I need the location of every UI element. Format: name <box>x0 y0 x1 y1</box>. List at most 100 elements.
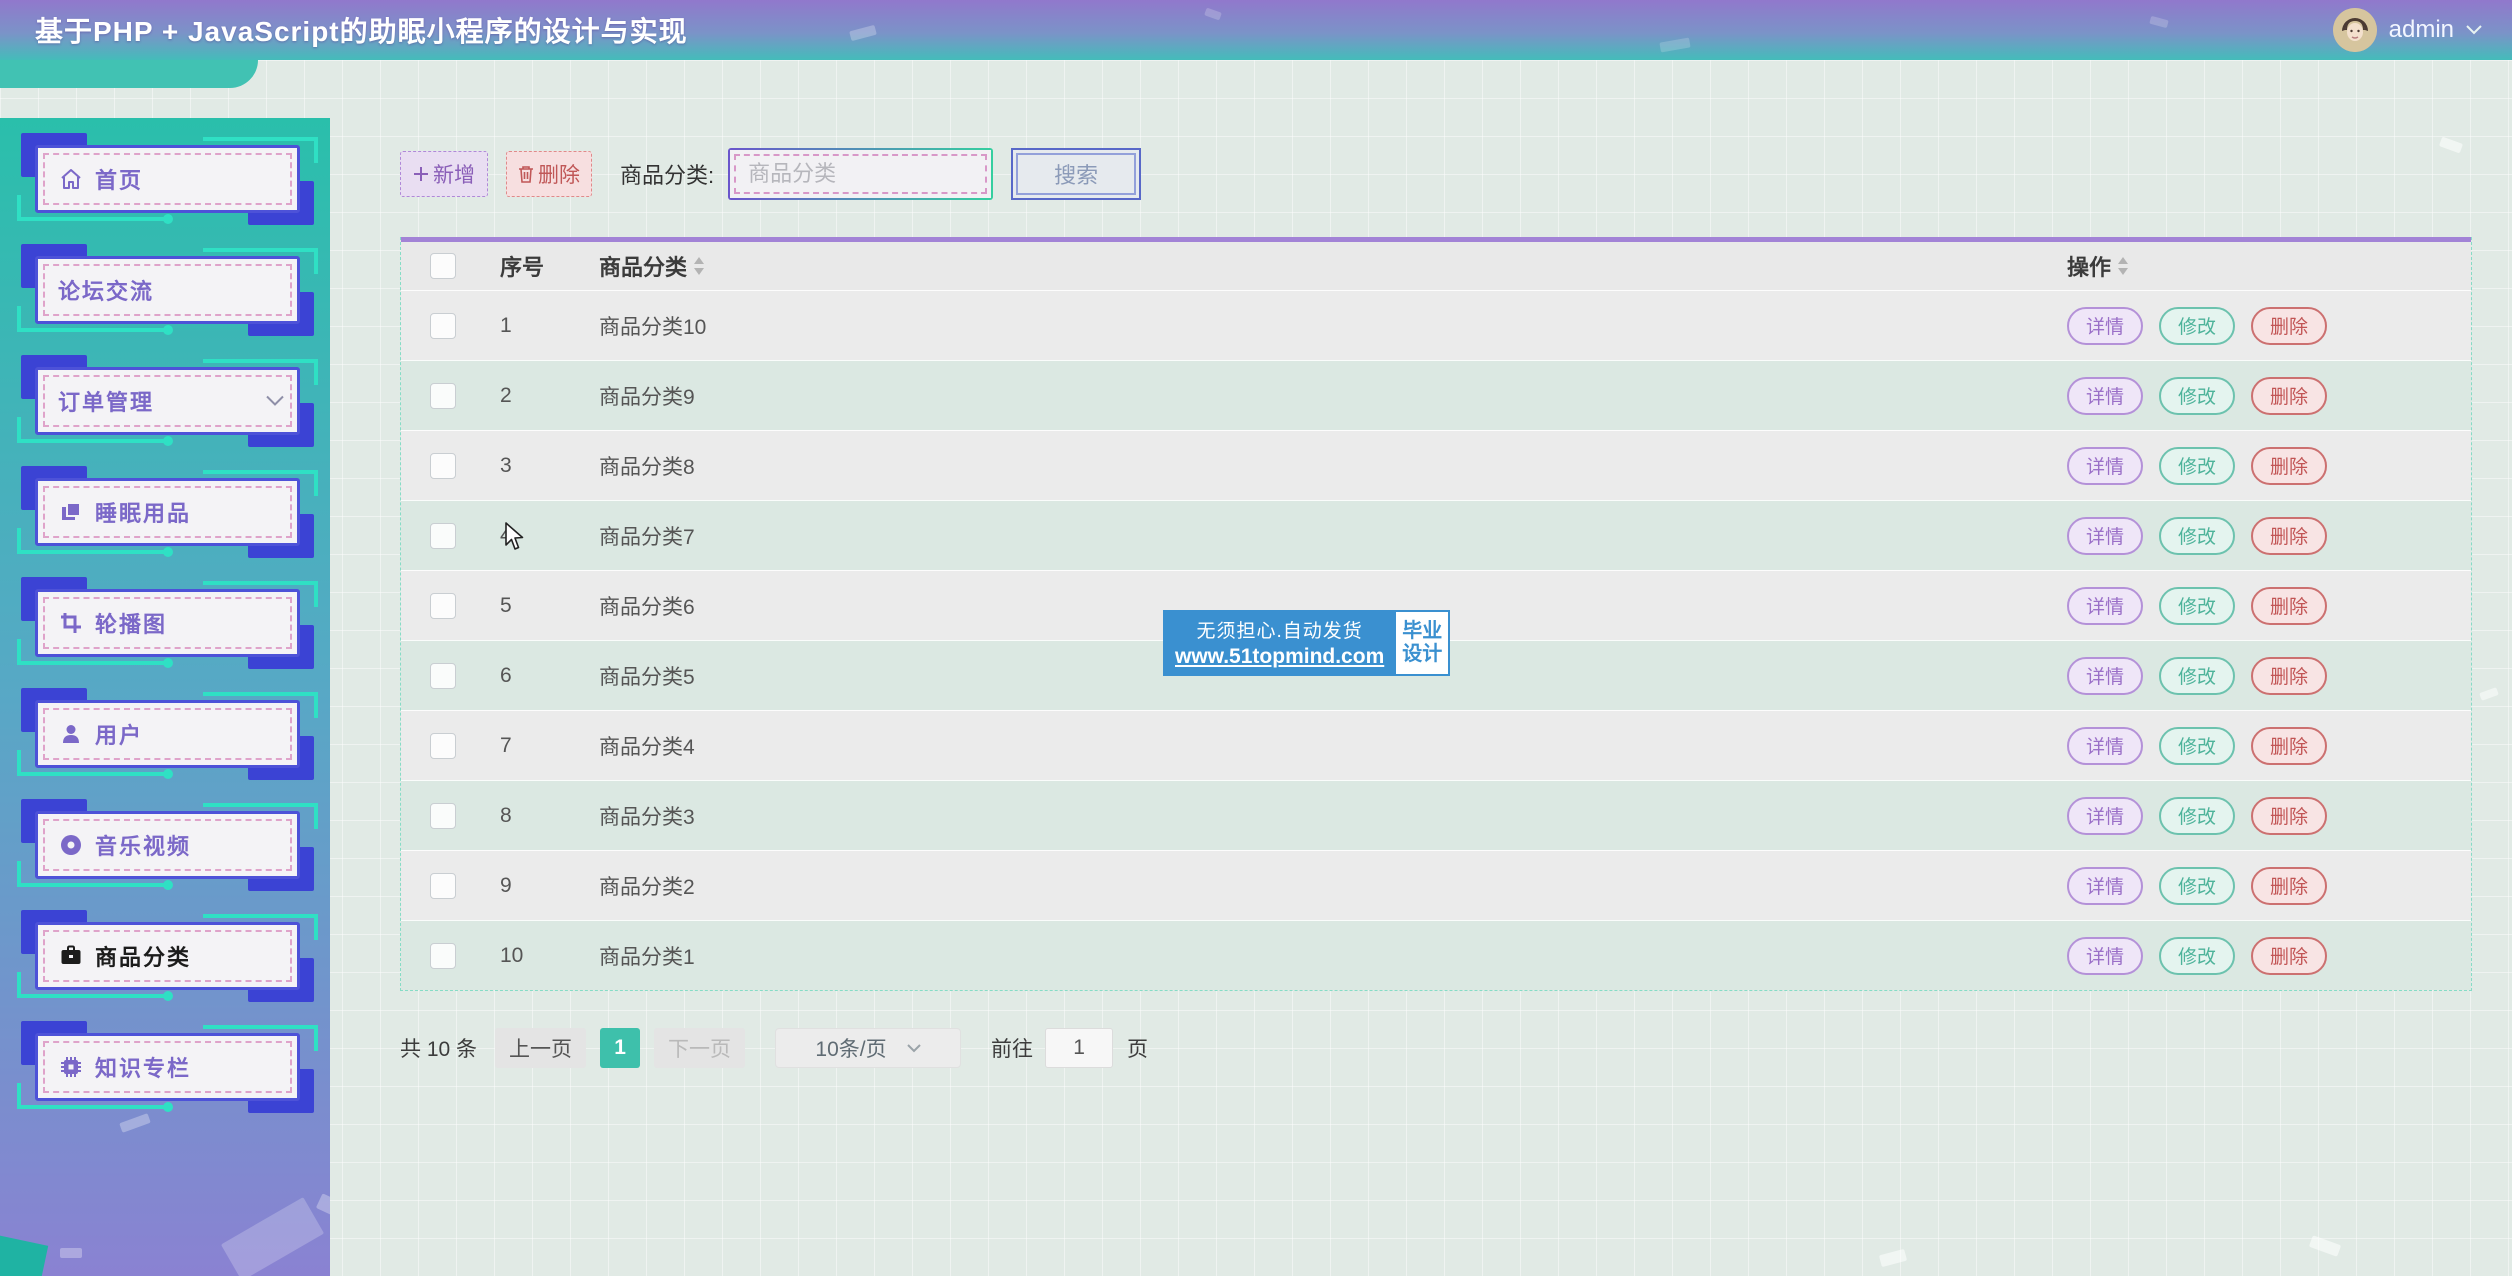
row-checkbox[interactable] <box>430 943 456 969</box>
detail-button[interactable]: 详情 <box>2067 517 2143 555</box>
sidebar-item-sleep-products[interactable]: 睡眠用品 <box>35 478 300 546</box>
sidebar-item-forum[interactable]: 论坛交流 <box>35 256 300 324</box>
briefcase-icon <box>58 943 84 969</box>
row-checkbox[interactable] <box>430 383 456 409</box>
edit-button[interactable]: 修改 <box>2159 517 2235 555</box>
toolbar: 新增 删除 商品分类: 搜索 <box>400 148 1141 200</box>
user-menu[interactable]: admin <box>2333 8 2482 52</box>
row-category: 商品分类1 <box>599 941 2067 971</box>
row-checkbox[interactable] <box>430 803 456 829</box>
row-index: 9 <box>500 874 599 898</box>
row-checkbox[interactable] <box>430 523 456 549</box>
watermark-badge-bottom: 设计 <box>1402 643 1442 666</box>
watermark-line1: 无须担心.自动发货 <box>1175 616 1384 643</box>
row-checkbox[interactable] <box>430 453 456 479</box>
table-row: 8 商品分类3 详情 修改 删除 <box>401 780 2471 850</box>
select-all-checkbox[interactable] <box>430 253 456 279</box>
add-button-label: 新增 <box>433 159 475 189</box>
edit-button[interactable]: 修改 <box>2159 587 2235 625</box>
row-category: 商品分类7 <box>599 521 2067 551</box>
detail-button[interactable]: 详情 <box>2067 447 2143 485</box>
edit-button[interactable]: 修改 <box>2159 447 2235 485</box>
filter-label: 商品分类: <box>620 158 714 190</box>
delete-button[interactable]: 删除 <box>2251 657 2327 695</box>
table-header-row: 序号 商品分类 操作 <box>401 242 2471 290</box>
delete-button[interactable]: 删除 <box>2251 937 2327 975</box>
row-checkbox[interactable] <box>430 313 456 339</box>
edit-button[interactable]: 修改 <box>2159 937 2235 975</box>
goto-label: 前往 <box>991 1033 1033 1063</box>
detail-button[interactable]: 详情 <box>2067 587 2143 625</box>
delete-button[interactable]: 删除 <box>2251 447 2327 485</box>
next-page-button[interactable]: 下一页 <box>654 1028 745 1068</box>
prev-page-button[interactable]: 上一页 <box>495 1028 586 1068</box>
user-icon <box>58 721 84 747</box>
edit-button[interactable]: 修改 <box>2159 727 2235 765</box>
page-number-button[interactable]: 1 <box>600 1028 640 1068</box>
sidebar-item-music-video[interactable]: 音乐视频 <box>35 811 300 879</box>
delete-button[interactable]: 删除 <box>2251 587 2327 625</box>
delete-button-label: 删除 <box>538 159 580 189</box>
sidebar-item-home[interactable]: 首页 <box>35 145 300 213</box>
sidebar-item-users[interactable]: 用户 <box>35 700 300 768</box>
top-header: 基于PHP + JavaScript的助眠小程序的设计与实现 admin <box>0 0 2512 60</box>
delete-button[interactable]: 删除 <box>2251 867 2327 905</box>
delete-button[interactable]: 删除 <box>2251 377 2327 415</box>
chevron-down-icon <box>266 396 284 407</box>
search-button[interactable]: 搜索 <box>1011 148 1141 200</box>
sort-carets-icon[interactable] <box>2117 257 2129 275</box>
delete-button[interactable]: 删除 <box>2251 797 2327 835</box>
edit-button[interactable]: 修改 <box>2159 377 2235 415</box>
sidebar-item-label: 轮播图 <box>95 607 167 639</box>
search-input[interactable] <box>730 150 991 198</box>
search-button-label: 搜索 <box>1054 158 1098 190</box>
edit-button[interactable]: 修改 <box>2159 307 2235 345</box>
sidebar-item-orders[interactable]: 订单管理 <box>35 367 300 435</box>
pagination: 共 10 条 上一页 1 下一页 10条/页 前往 页 <box>400 1028 1148 1068</box>
page-unit-label: 页 <box>1127 1033 1148 1063</box>
avatar <box>2333 8 2377 52</box>
confetti-piece <box>221 1197 324 1276</box>
row-category: 商品分类9 <box>599 381 2067 411</box>
sidebar-item-carousel[interactable]: 轮播图 <box>35 589 300 657</box>
edit-button[interactable]: 修改 <box>2159 797 2235 835</box>
goto-page-input[interactable] <box>1045 1028 1113 1068</box>
batch-delete-button[interactable]: 删除 <box>506 151 592 197</box>
copy-icon <box>58 499 84 525</box>
sidebar-item-label: 商品分类 <box>95 940 191 972</box>
edit-button[interactable]: 修改 <box>2159 657 2235 695</box>
watermark: 无须担心.自动发货 www.51topmind.com 毕业 设计 <box>1163 610 1450 676</box>
row-checkbox[interactable] <box>430 873 456 899</box>
add-button[interactable]: 新增 <box>400 151 488 197</box>
detail-button[interactable]: 详情 <box>2067 797 2143 835</box>
detail-button[interactable]: 详情 <box>2067 867 2143 905</box>
delete-button[interactable]: 删除 <box>2251 727 2327 765</box>
row-checkbox[interactable] <box>430 593 456 619</box>
row-index: 10 <box>500 944 599 968</box>
sidebar-item-product-category[interactable]: 商品分类 <box>35 922 300 990</box>
row-category: 商品分类4 <box>599 731 2067 761</box>
detail-button[interactable]: 详情 <box>2067 727 2143 765</box>
detail-button[interactable]: 详情 <box>2067 937 2143 975</box>
detail-button[interactable]: 详情 <box>2067 307 2143 345</box>
row-index: 2 <box>500 384 599 408</box>
table-row: 9 商品分类2 详情 修改 删除 <box>401 850 2471 920</box>
row-index: 7 <box>500 734 599 758</box>
detail-button[interactable]: 详情 <box>2067 657 2143 695</box>
row-checkbox[interactable] <box>430 663 456 689</box>
row-index: 4 <box>500 524 599 548</box>
delete-button[interactable]: 删除 <box>2251 307 2327 345</box>
detail-button[interactable]: 详情 <box>2067 377 2143 415</box>
chevron-down-icon <box>2466 25 2482 35</box>
sort-carets-icon[interactable] <box>693 257 705 275</box>
row-category: 商品分类3 <box>599 801 2067 831</box>
page-size-select[interactable]: 10条/页 <box>775 1028 961 1068</box>
sidebar-item-label: 睡眠用品 <box>95 496 191 528</box>
sidebar-item-knowledge[interactable]: 知识专栏 <box>35 1033 300 1101</box>
edit-button[interactable]: 修改 <box>2159 867 2235 905</box>
delete-button[interactable]: 删除 <box>2251 517 2327 555</box>
table-row: 2 商品分类9 详情 修改 删除 <box>401 360 2471 430</box>
row-checkbox[interactable] <box>430 733 456 759</box>
sidebar-item-label: 首页 <box>95 163 143 195</box>
confetti-piece <box>119 1113 151 1133</box>
